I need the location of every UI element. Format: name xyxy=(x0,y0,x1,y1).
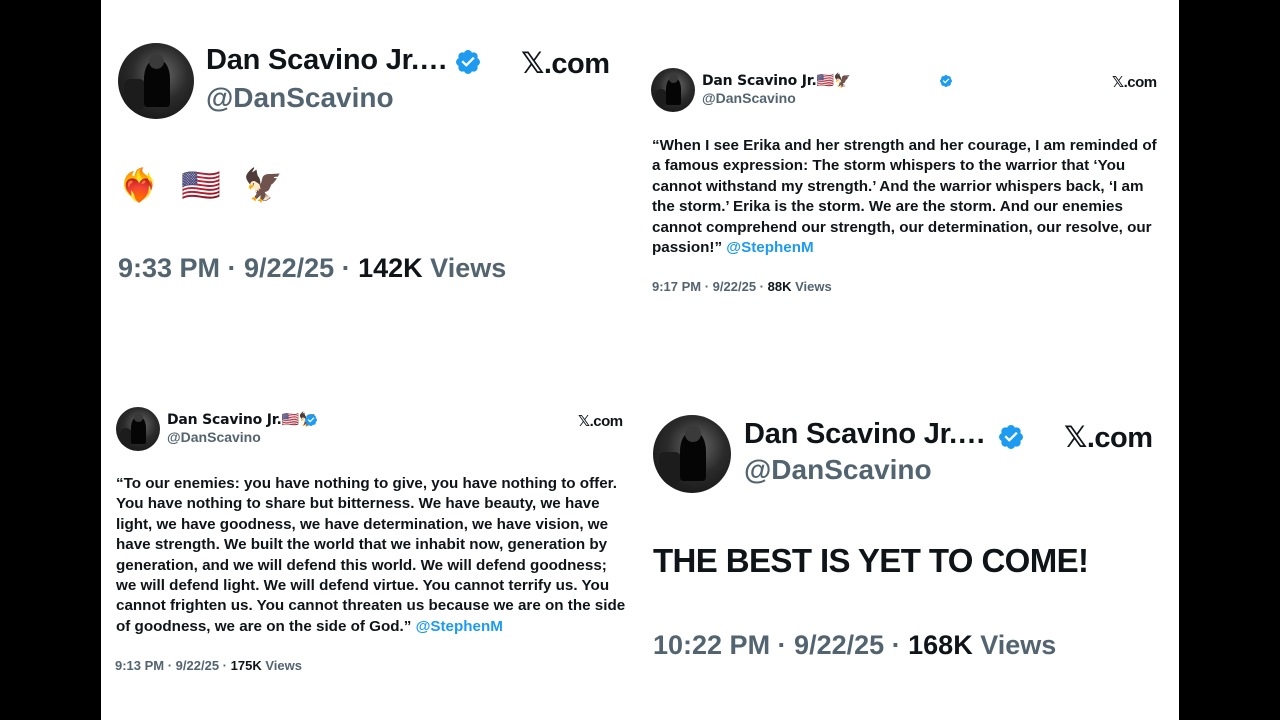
x-site-label: .com xyxy=(543,48,610,80)
x-logo-icon: 𝕏.com xyxy=(521,46,610,81)
verified-badge-icon xyxy=(939,74,953,88)
x-logo-icon: 𝕏.com xyxy=(1112,73,1157,91)
mention-link[interactable]: @StephenM xyxy=(726,239,813,256)
handle[interactable]: @DanScavino xyxy=(744,454,932,486)
verified-badge-icon xyxy=(454,48,482,76)
verified-badge-icon xyxy=(304,413,318,427)
x-logo-icon: 𝕏.com xyxy=(1064,420,1153,455)
display-name[interactable]: Dan Scavino Jr.🇺🇸🦅 xyxy=(702,72,851,89)
display-name[interactable]: Dan Scavino Jr.🇺🇸🦅 xyxy=(167,411,316,428)
tweet-card[interactable]: Dan Scavino Jr.… @DanScavino 𝕏.com ❤️‍🔥 … xyxy=(101,0,633,360)
timestamp: 9:33 PM · 9/22/25 · xyxy=(118,253,359,283)
tweet-meta: 9:17 PM · 9/22/25 · 88K Views xyxy=(652,279,832,294)
avatar[interactable] xyxy=(116,407,160,451)
tweet-text: ❤️‍🔥 🇺🇸 🦅 xyxy=(119,166,289,204)
views-label: Views xyxy=(261,658,302,673)
screenshot-collage: Dan Scavino Jr.… @DanScavino 𝕏.com ❤️‍🔥 … xyxy=(101,0,1179,720)
avatar[interactable] xyxy=(118,43,194,119)
timestamp: 10:22 PM · 9/22/25 · xyxy=(653,630,909,660)
timestamp: 9:13 PM · 9/22/25 · xyxy=(115,658,231,673)
tweet-meta: 9:13 PM · 9/22/25 · 175K Views xyxy=(115,658,302,673)
tweet-meta: 10:22 PM · 9/22/25 · 168K Views xyxy=(653,630,1056,661)
tweet-card[interactable]: Dan Scavino Jr.🇺🇸🦅 @DanScavino 𝕏.com “To… xyxy=(101,398,633,720)
x-logo-icon: 𝕏.com xyxy=(578,412,623,430)
tweet-text: “To our enemies: you have nothing to giv… xyxy=(116,475,626,635)
display-name[interactable]: Dan Scavino Jr.… xyxy=(744,418,986,451)
view-count: 142K xyxy=(358,253,423,283)
views-label: Views xyxy=(791,279,832,294)
avatar[interactable] xyxy=(653,415,731,493)
tweet-text: “When I see Erika and her strength and h… xyxy=(652,137,1157,257)
tweet-text: THE BEST IS YET TO COME! xyxy=(653,542,1089,579)
avatar[interactable] xyxy=(651,68,695,112)
view-count: 88K xyxy=(767,279,792,294)
x-site-label: .com xyxy=(1123,74,1158,91)
tweet-meta: 9:33 PM · 9/22/25 · 142K Views xyxy=(118,253,506,284)
tweet-card[interactable]: Dan Scavino Jr.… @DanScavino 𝕏.com THE B… xyxy=(634,398,1179,720)
x-mark: 𝕏 xyxy=(1064,420,1087,454)
x-mark: 𝕏 xyxy=(521,46,544,80)
x-mark: 𝕏 xyxy=(578,412,590,430)
handle[interactable]: @DanScavino xyxy=(167,429,261,445)
views-label: Views xyxy=(422,253,507,283)
view-count: 168K xyxy=(908,630,973,660)
views-label: Views xyxy=(972,630,1057,660)
tweet-card[interactable]: Dan Scavino Jr.🇺🇸🦅 @DanScavino 𝕏.com “Wh… xyxy=(634,0,1179,360)
timestamp: 9:17 PM · 9/22/25 · xyxy=(652,279,768,294)
handle[interactable]: @DanScavino xyxy=(702,90,796,106)
x-site-label: .com xyxy=(589,413,624,430)
x-site-label: .com xyxy=(1086,422,1153,454)
view-count: 175K xyxy=(230,658,262,673)
verified-badge-icon xyxy=(997,423,1025,451)
handle[interactable]: @DanScavino xyxy=(206,82,394,114)
mention-link[interactable]: @StephenM xyxy=(416,618,503,635)
display-name[interactable]: Dan Scavino Jr.… xyxy=(206,44,448,77)
x-mark: 𝕏 xyxy=(1112,73,1124,91)
